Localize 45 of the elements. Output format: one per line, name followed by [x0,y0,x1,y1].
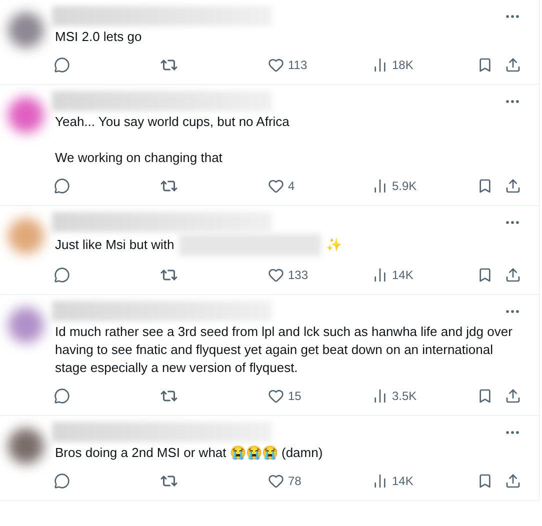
reply-text: ✨ [326,236,342,254]
bar-chart-icon [372,57,388,73]
views-button[interactable]: 5.9K [372,177,432,195]
share-icon[interactable] [505,388,521,404]
bookmark-icon[interactable] [477,267,493,283]
views-button[interactable]: 14K [372,472,432,490]
views-button[interactable]: 3.5K [372,387,432,405]
views-button[interactable]: 14K [372,266,432,284]
bookmark-icon[interactable] [477,178,493,194]
reply-icon[interactable] [54,267,70,283]
heart-icon [268,178,284,194]
bar-chart-icon [372,388,388,404]
avatar[interactable] [8,97,44,133]
bookmark-icon[interactable] [477,57,493,73]
bar-chart-icon [372,473,388,489]
heart-icon [268,57,284,73]
bar-chart-icon [372,178,388,194]
share-icon[interactable] [505,178,521,194]
share-icon[interactable] [505,267,521,283]
share-icon[interactable] [505,473,521,489]
reply-icon[interactable] [54,473,70,489]
avatar[interactable] [8,12,44,48]
heart-icon [268,473,284,489]
heart-icon [268,267,284,283]
reply-icon[interactable] [54,57,70,73]
reply-icon[interactable] [54,388,70,404]
like-button[interactable]: 113 [268,56,328,74]
like-button[interactable]: 133 [268,266,328,284]
like-button[interactable]: 4 [268,177,328,195]
like-button[interactable]: 78 [268,472,328,490]
heart-icon [268,388,284,404]
views-button[interactable]: 18K [372,56,432,74]
reply-text: MSI 2.0 lets go [55,28,142,46]
bookmark-icon[interactable] [477,388,493,404]
reply-text: Id much rather see a 3rd seed from lpl and lck such as hanwha life and jdg over having to see fnatic and flyquest yet again get beat down on an international stage especially a new version of flyquest. [55,323,514,377]
reply-text: Just like Msi but with [55,236,174,254]
share-icon[interactable] [505,57,521,73]
like-button[interactable]: 15 [268,387,328,405]
reply-text: Bros doing a 2nd MSI or what 😭😭😭 (damn) [55,444,323,462]
reply-text: Yeah... You say world cups, but no Africa [55,113,290,131]
reply-text: We working on changing that [55,149,222,167]
bar-chart-icon [372,267,388,283]
bookmark-icon[interactable] [477,473,493,489]
reply-icon[interactable] [54,178,70,194]
avatar[interactable] [8,428,44,464]
